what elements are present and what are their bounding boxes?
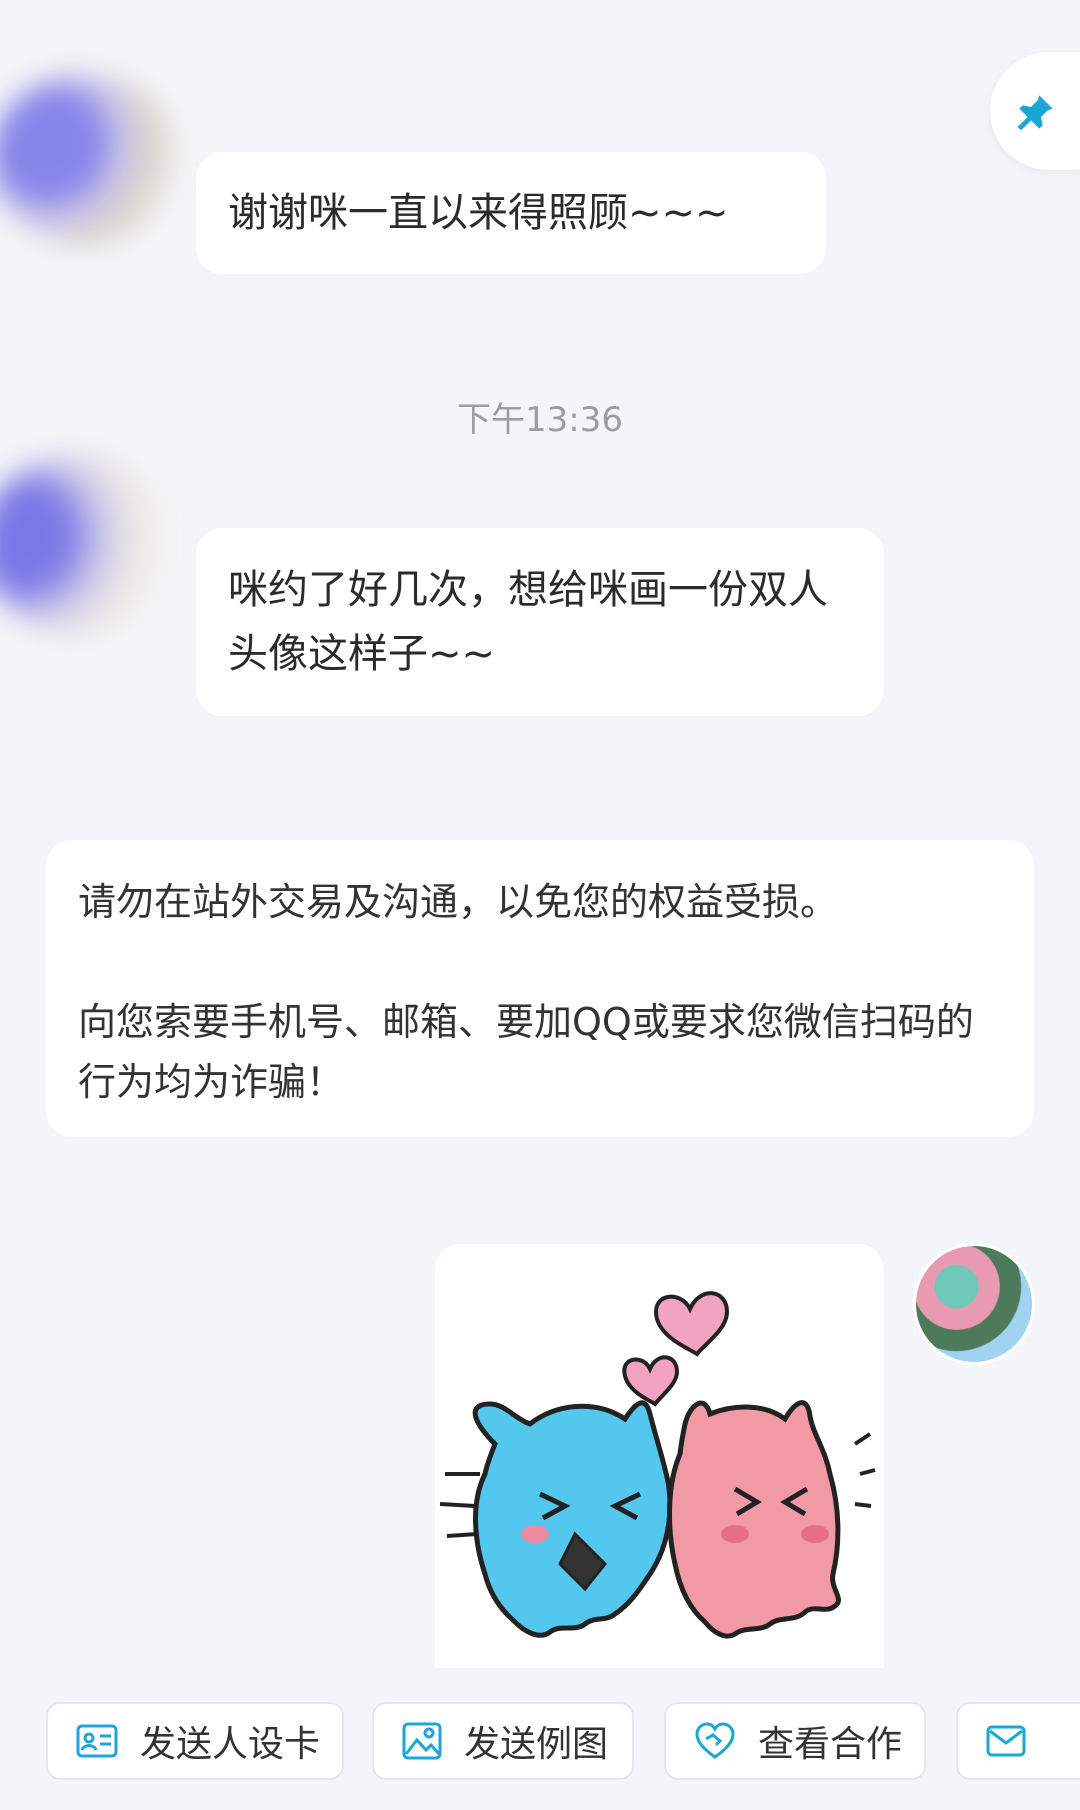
id-card-icon: [76, 1724, 118, 1758]
notice-line-2: 向您索要手机号、邮箱、要加QQ或要求您微信扫码的行为均为诈骗！: [78, 1000, 974, 1104]
notice-line-1: 请勿在站外交易及沟通，以免您的权益受损。: [78, 880, 839, 924]
sender-avatar-blurred[interactable]: [0, 455, 180, 635]
send-sample-image-button[interactable]: 发送例图: [372, 1702, 634, 1780]
safety-notice: 请勿在站外交易及沟通，以免您的权益受损。 向您索要手机号、邮箱、要加QQ或要求您…: [46, 840, 1034, 1137]
message-bubble[interactable]: 咪约了好几次，想给咪画一份双人头像这样子~~: [196, 528, 884, 716]
button-label: 发送例图: [464, 1724, 609, 1765]
message-button[interactable]: [956, 1702, 1080, 1780]
pin-icon: [1017, 95, 1053, 131]
button-label: 查看合作: [758, 1724, 903, 1765]
quick-action-toolbar: 发送人设卡 发送例图 查看合作: [0, 1668, 1080, 1810]
send-profile-card-button[interactable]: 发送人设卡: [46, 1702, 344, 1780]
message-bubble[interactable]: 谢谢咪一直以来得照顾~~~: [196, 152, 826, 274]
message-text: 谢谢咪一直以来得照顾~~~: [228, 190, 729, 236]
handshake-heart-icon: [695, 1722, 735, 1759]
view-cooperation-button[interactable]: 查看合作: [664, 1702, 926, 1780]
sender-avatar-blurred[interactable]: [0, 75, 180, 245]
button-label: 发送人设卡: [140, 1724, 321, 1765]
mail-icon: [986, 1725, 1026, 1757]
user-avatar[interactable]: [913, 1243, 1035, 1365]
message-text: 咪约了好几次，想给咪画一份双人头像这样子~~: [228, 567, 828, 677]
image-icon: [402, 1722, 442, 1760]
message-timestamp: 下午13:36: [457, 400, 623, 440]
pin-button[interactable]: [990, 52, 1080, 170]
sticker-message[interactable]: [435, 1244, 884, 1674]
sticker-image: [439, 1291, 876, 1639]
